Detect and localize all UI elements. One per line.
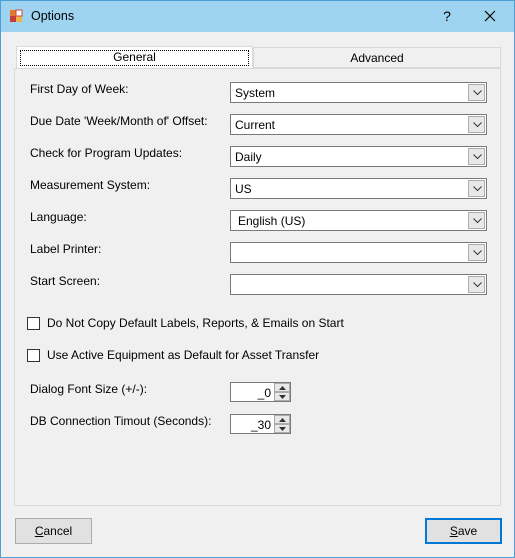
start-screen-select[interactable] — [230, 274, 487, 295]
due-date-offset-select[interactable]: Current — [230, 114, 487, 135]
active-equipment-label[interactable]: Use Active Equipment as Default for Asse… — [47, 348, 319, 362]
app-icon — [9, 9, 23, 23]
save-button[interactable]: Save — [425, 518, 502, 544]
no-copy-defaults-checkbox[interactable] — [27, 317, 40, 330]
label-printer-label: Label Printer: — [30, 242, 102, 256]
window-title: Options — [31, 9, 75, 23]
label-printer-select[interactable] — [230, 242, 487, 263]
dropdown-button[interactable] — [468, 212, 485, 229]
tab-advanced[interactable]: Advanced — [253, 47, 501, 68]
dropdown-button[interactable] — [468, 244, 485, 261]
first-day-of-week-value: System — [235, 86, 276, 100]
no-copy-defaults-label[interactable]: Do Not Copy Default Labels, Reports, & E… — [47, 316, 344, 330]
dialog-font-size-spinner[interactable]: _0 — [230, 382, 291, 402]
chevron-down-icon — [473, 218, 482, 224]
triangle-up-icon — [279, 386, 286, 390]
language-value: English (US) — [238, 214, 306, 228]
spin-up-button[interactable] — [274, 415, 290, 424]
dialog-font-size-value[interactable]: _0 — [258, 386, 271, 400]
title-bar: Options ? — [1, 1, 514, 32]
dialog-font-size-label: Dialog Font Size (+/-): — [30, 382, 148, 396]
save-mnemonic: S — [449, 524, 458, 538]
first-day-of-week-select[interactable]: System — [230, 82, 487, 103]
first-day-of-week-label: First Day of Week: — [30, 82, 129, 96]
cancel-button[interactable]: Cancel — [15, 518, 92, 544]
measurement-system-select[interactable]: US — [230, 178, 487, 199]
spin-down-button[interactable] — [274, 424, 290, 433]
chevron-down-icon — [473, 250, 482, 256]
measurement-system-value: US — [235, 182, 252, 196]
dropdown-button[interactable] — [468, 180, 485, 197]
db-timeout-spinner[interactable]: _30 — [230, 414, 291, 434]
measurement-system-label: Measurement System: — [30, 178, 151, 192]
db-timeout-label: DB Connection Timout (Seconds): — [30, 414, 212, 428]
tab-general-label: General — [113, 50, 156, 64]
active-equipment-checkbox[interactable] — [27, 349, 40, 362]
chevron-down-icon — [473, 282, 482, 288]
program-updates-select[interactable]: Daily — [230, 146, 487, 167]
program-updates-label: Check for Program Updates: — [30, 146, 183, 160]
triangle-up-icon — [279, 418, 286, 422]
chevron-down-icon — [473, 154, 482, 160]
tab-general[interactable]: General — [16, 46, 253, 69]
chevron-down-icon — [473, 122, 482, 128]
help-button[interactable]: ? — [432, 4, 462, 28]
due-date-offset-label: Due Date 'Week/Month of' Offset: — [30, 114, 208, 128]
chevron-down-icon — [473, 186, 482, 192]
dropdown-button[interactable] — [468, 116, 485, 133]
close-button[interactable] — [475, 4, 505, 28]
chevron-down-icon — [473, 90, 482, 96]
spin-up-button[interactable] — [274, 383, 290, 392]
dropdown-button[interactable] — [468, 84, 485, 101]
options-dialog: Options ? General Advanced First Day of … — [0, 0, 515, 558]
start-screen-label: Start Screen: — [30, 274, 101, 288]
close-icon — [484, 10, 496, 22]
spin-down-button[interactable] — [274, 392, 290, 401]
tab-advanced-label: Advanced — [350, 51, 404, 65]
triangle-down-icon — [279, 395, 286, 399]
db-timeout-value[interactable]: _30 — [251, 418, 271, 432]
save-label: ave — [457, 524, 478, 538]
language-select[interactable]: English (US) — [230, 210, 487, 231]
due-date-offset-value: Current — [235, 118, 276, 132]
cancel-label: ancel — [43, 524, 73, 538]
program-updates-value: Daily — [235, 150, 262, 164]
triangle-down-icon — [279, 427, 286, 431]
dropdown-button[interactable] — [468, 276, 485, 293]
dropdown-button[interactable] — [468, 148, 485, 165]
language-label: Language: — [30, 210, 87, 224]
